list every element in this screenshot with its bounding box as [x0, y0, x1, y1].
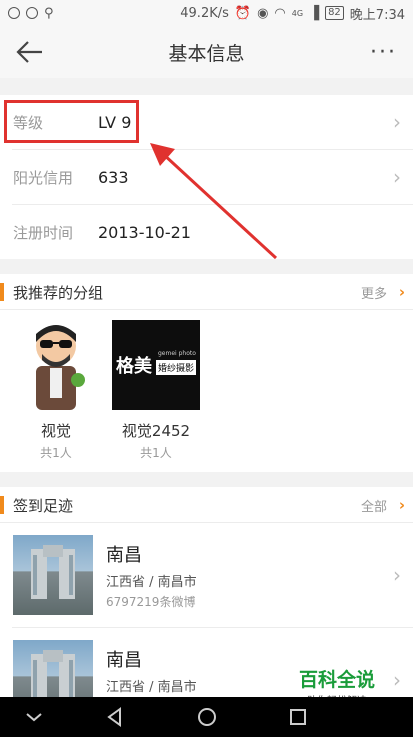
building-icon: [31, 545, 75, 599]
logo-text: 格美: [116, 356, 152, 377]
checkin-city: 南昌: [106, 650, 142, 671]
notification-k-icon: [8, 7, 20, 19]
group-count: 共1人: [140, 446, 172, 460]
page-title: 基本信息: [168, 42, 245, 65]
signal-icon: ▐: [309, 5, 320, 21]
clock: 晚上7:34: [349, 7, 405, 23]
checkin-photo: [13, 535, 93, 615]
network-speed: 49.2K/s: [180, 5, 229, 21]
group-item[interactable]: 视觉 共1人: [6, 310, 106, 472]
logo-subtext: gemei photo: [158, 350, 196, 357]
group-name: 视觉: [40, 422, 71, 440]
more-options-icon[interactable]: ···: [370, 40, 397, 65]
group-count: 共1人: [40, 446, 72, 460]
checkin-section-header: 签到足迹 全部 ›: [0, 487, 413, 523]
back-arrow-icon[interactable]: [14, 36, 46, 68]
status-left-icons: ⚲: [8, 6, 54, 21]
info-row-credit[interactable]: 阳光信用 633 ›: [0, 150, 413, 204]
register-date-value: 2013-10-21: [98, 222, 191, 242]
eye-icon: ◉: [257, 5, 269, 21]
checkin-section-title: 签到足迹: [13, 496, 74, 515]
group-item[interactable]: 格美 gemei photo 婚纱摄影 视觉2452 共1人: [106, 310, 206, 472]
chevron-right-icon: ›: [393, 110, 401, 134]
chevron-right-icon[interactable]: ›: [399, 496, 405, 514]
chevron-right-icon: ›: [393, 668, 401, 692]
checkin-item[interactable]: 南昌 江西省 / 南昌市 6797219条微博 ›: [0, 523, 413, 615]
weibo-icon: [26, 7, 38, 19]
logo-badge: 婚纱摄影: [156, 360, 197, 375]
status-bar: ⚲ 49.2K/s ⏰ ◉ ◠ 4G ▐ 82 晚上7:34: [0, 0, 413, 26]
android-nav-bar: [0, 697, 413, 737]
home-icon[interactable]: [195, 705, 219, 729]
group-name: 视觉2452: [121, 422, 191, 440]
credit-label: 阳光信用: [13, 168, 74, 187]
watermark-title: 百科全说: [298, 669, 375, 691]
groups-card: 视觉 共1人 格美 gemei photo 婚纱摄影 视觉2452 共1人: [0, 310, 413, 472]
groups-section-header: 我推荐的分组 更多 ›: [0, 274, 413, 310]
info-row-register-date: 注册时间 2013-10-21: [0, 205, 413, 259]
wifi-icon: ◠: [274, 5, 286, 21]
chevron-right-icon: ›: [393, 563, 401, 587]
network-type: 4G: [291, 8, 304, 18]
checkin-city: 南昌: [106, 545, 142, 566]
section-accent-bar: [0, 283, 4, 301]
hide-keyboard-icon[interactable]: [22, 705, 46, 729]
avatar-cartoon-icon: [36, 325, 85, 410]
checkin-post-count: 6797219条微博: [106, 595, 196, 609]
checkin-location: 江西省 / 南昌市: [106, 575, 197, 590]
back-icon[interactable]: [103, 705, 127, 729]
recent-apps-icon[interactable]: [286, 705, 310, 729]
key-icon: ⚲: [44, 5, 54, 21]
groups-more-link[interactable]: 更多: [361, 283, 387, 302]
checkin-all-link[interactable]: 全部: [361, 496, 387, 515]
highlight-box: [4, 100, 139, 143]
alarm-icon: ⏰: [234, 5, 252, 21]
section-accent-bar: [0, 496, 4, 514]
nav-bar: 基本信息 ···: [0, 26, 413, 78]
chevron-right-icon: ›: [393, 165, 401, 189]
checkin-location: 江西省 / 南昌市: [106, 680, 197, 695]
groups-section-title: 我推荐的分组: [13, 283, 104, 302]
group-logo: 格美 gemei photo 婚纱摄影: [112, 320, 200, 410]
register-date-label: 注册时间: [13, 223, 74, 242]
status-right-icons: 49.2K/s ⏰ ◉ ◠ 4G ▐ 82 晚上7:34: [180, 4, 405, 23]
battery-icon: 82: [325, 6, 344, 20]
chevron-right-icon[interactable]: ›: [399, 283, 405, 301]
credit-value: 633: [98, 167, 129, 187]
